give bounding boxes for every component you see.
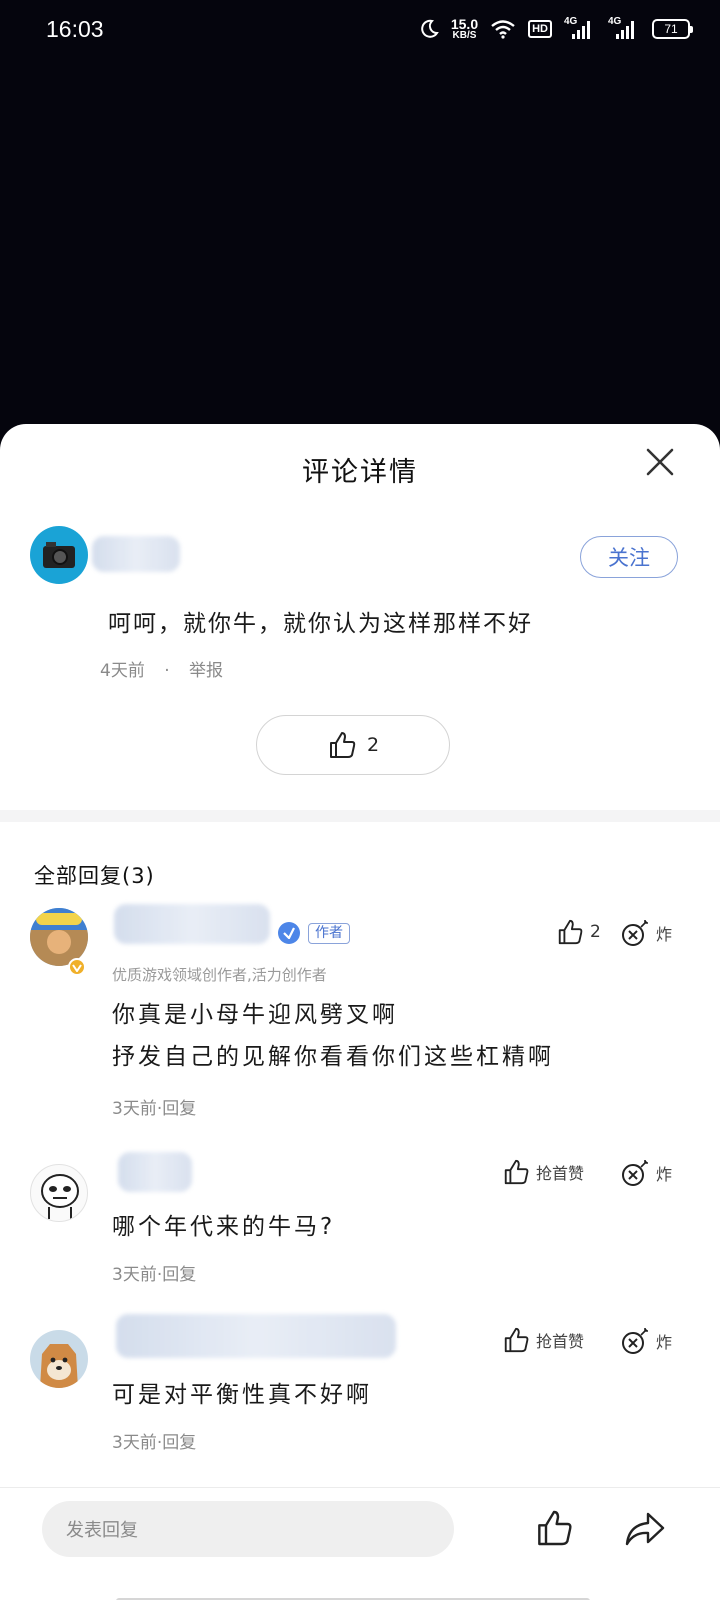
reply-bomb-label: 炸 bbox=[656, 1165, 673, 1184]
camera-avatar-image bbox=[43, 542, 75, 568]
follow-button[interactable]: 关注 bbox=[580, 536, 678, 578]
bottom-bar: 发表回复 bbox=[0, 1487, 720, 1600]
reply-text: 可是对平衡性真不好啊 bbox=[112, 1374, 372, 1416]
sheet-title: 评论详情 bbox=[302, 457, 418, 488]
username-blurred[interactable] bbox=[92, 536, 180, 572]
reply-like-button[interactable]: 2 bbox=[556, 918, 601, 946]
status-time: 16:03 bbox=[46, 16, 104, 42]
wifi-icon bbox=[491, 20, 515, 39]
reply-bomb-button[interactable]: 炸 bbox=[620, 1326, 672, 1356]
reply-input[interactable]: 发表回复 bbox=[42, 1501, 454, 1557]
reply-like-label: 抢首赞 bbox=[536, 1164, 585, 1183]
author-tag: 作者 bbox=[308, 922, 350, 944]
reply-like-count: 2 bbox=[590, 922, 601, 942]
close-icon[interactable] bbox=[640, 442, 680, 482]
replies-title: 全部回复(3) bbox=[34, 864, 155, 888]
avatar[interactable] bbox=[30, 526, 88, 584]
reply-avatar[interactable] bbox=[30, 908, 88, 966]
reply-text: 哪个年代来的牛马? bbox=[112, 1206, 335, 1248]
report-link[interactable]: 举报 bbox=[189, 661, 223, 681]
net-speed-unit: KB/S bbox=[452, 30, 477, 41]
game-avatar-image bbox=[30, 908, 88, 966]
net-speed: 15.0 KB/S bbox=[451, 17, 478, 41]
reply-like-button[interactable]: 抢首赞 bbox=[502, 1158, 584, 1186]
reply-text-line: 你真是小母牛迎风劈叉啊 bbox=[112, 1002, 398, 1028]
reply-bomb-button[interactable]: 炸 bbox=[620, 1158, 672, 1188]
creator-description: 优质游戏领域创作者,活力创作者 bbox=[112, 966, 327, 984]
reply-name-tags: 作者 bbox=[278, 922, 350, 944]
reply-meta[interactable]: 3天前·回复 bbox=[112, 1428, 196, 1453]
thumbs-up-icon bbox=[504, 1159, 529, 1185]
bomb-icon bbox=[622, 920, 648, 946]
reply-username-blurred[interactable] bbox=[116, 1314, 396, 1358]
comment-meta: 4天前 · 举报 bbox=[100, 656, 223, 681]
status-icons: 15.0 KB/S HD 4G 4G 71 bbox=[419, 16, 693, 41]
bomb-icon bbox=[622, 1328, 648, 1354]
thumbs-up-icon bbox=[558, 919, 583, 945]
reply-like-label: 抢首赞 bbox=[536, 1332, 585, 1351]
net-speed-value: 15.0 bbox=[450, 16, 479, 32]
reply-bomb-label: 炸 bbox=[656, 925, 673, 944]
verified-badge-icon bbox=[68, 958, 86, 976]
status-bar: 16:03 15.0 KB/S HD 4G 4G 71 bbox=[0, 0, 720, 64]
battery-icon: 71 bbox=[652, 19, 693, 39]
dog-avatar-image bbox=[40, 1344, 78, 1388]
like-count: 2 bbox=[366, 734, 380, 756]
reply-avatar[interactable] bbox=[30, 1164, 88, 1222]
creator-badge-icon bbox=[278, 922, 300, 944]
like-button[interactable]: 2 bbox=[256, 715, 450, 775]
thumbs-up-icon bbox=[504, 1327, 529, 1353]
reply-meta[interactable]: 3天前·回复 bbox=[112, 1260, 196, 1285]
reply-text-line: 可是对平衡性真不好啊 bbox=[112, 1382, 372, 1408]
reply-bomb-label: 炸 bbox=[656, 1333, 673, 1352]
bomb-icon bbox=[622, 1160, 648, 1186]
reply-avatar[interactable] bbox=[30, 1330, 88, 1388]
reply-username-blurred[interactable] bbox=[114, 904, 270, 944]
reply-text-line: 抒发自己的见解你看看你们这些杠精啊 bbox=[112, 1044, 554, 1070]
signal-icon-2: 4G bbox=[608, 16, 640, 39]
signal-icon: 4G bbox=[564, 16, 596, 39]
reply-username-blurred[interactable] bbox=[118, 1152, 192, 1192]
thumbs-up-icon[interactable] bbox=[534, 1508, 574, 1548]
comment-text: 呵呵，就你牛，就你认为这样那样不好 bbox=[108, 611, 533, 637]
hd-badge: HD bbox=[528, 20, 552, 38]
reply-like-button[interactable]: 抢首赞 bbox=[502, 1326, 584, 1354]
comment-time: 4天前 bbox=[100, 661, 145, 681]
thumbs-up-icon bbox=[329, 732, 356, 758]
reply-text-line: 哪个年代来的牛马? bbox=[112, 1214, 336, 1240]
sticker-avatar-image bbox=[41, 1174, 79, 1219]
moon-icon bbox=[421, 19, 439, 38]
comment-detail-sheet: 评论详情 关注 呵呵，就你牛，就你认为这样那样不好 4天前 · 举报 2 全部回… bbox=[0, 424, 720, 1600]
meta-separator: · bbox=[164, 661, 170, 681]
reply-text: 你真是小母牛迎风劈叉啊 抒发自己的见解你看看你们这些杠精啊 bbox=[112, 994, 554, 1078]
reply-bomb-button[interactable]: 炸 bbox=[620, 918, 672, 948]
section-divider bbox=[0, 810, 720, 822]
share-icon[interactable] bbox=[624, 1510, 666, 1548]
reply-meta[interactable]: 3天前·回复 bbox=[112, 1094, 196, 1119]
